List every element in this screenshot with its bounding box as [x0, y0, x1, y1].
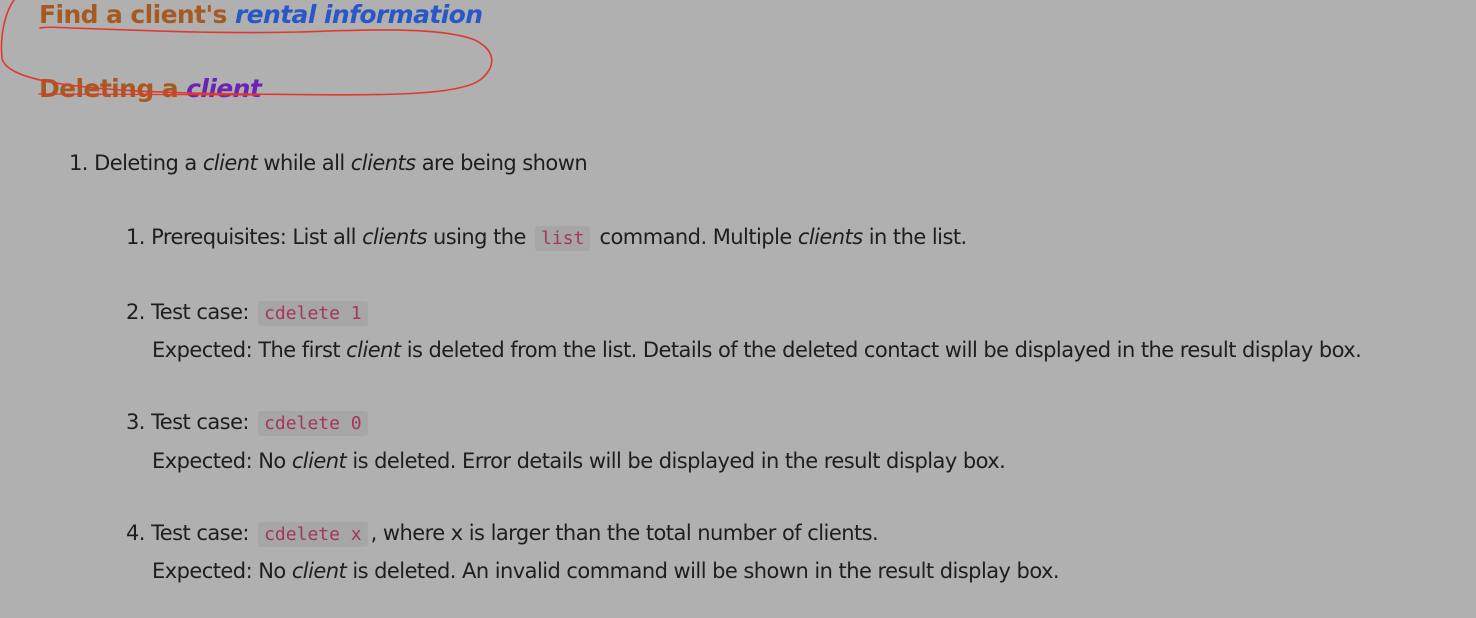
item-emph: client [291, 559, 347, 583]
inline-code-cdelete-0: cdelete 0 [258, 411, 368, 436]
item-text: Expected: The first [152, 338, 347, 362]
item-text: Test case: [151, 521, 256, 545]
expected-text-3: Expected: No client is deleted. Error de… [152, 447, 1006, 475]
item-text: Prerequisites: List all [151, 225, 363, 249]
expected-text-4: Expected: No client is deleted. An inval… [152, 557, 1060, 585]
item-emph: client [291, 449, 347, 473]
sub-item-test-case-2: 2. Test case: cdelete 1 [126, 298, 371, 328]
rental-information-link[interactable]: rental information [235, 0, 483, 29]
item-text: Deleting a [94, 151, 203, 175]
inline-code-list: list [535, 226, 591, 251]
expected-text-2: Expected: The first client is deleted fr… [152, 336, 1362, 364]
item-text: is deleted from the list. Details of the… [400, 338, 1362, 362]
heading-delete-prefix: Deleting a [39, 74, 187, 103]
item-emph: clients [350, 151, 416, 175]
item-text: is deleted. An invalid command will be s… [346, 559, 1059, 583]
heading-delete-emph: client [186, 74, 262, 103]
list-number: 3. [126, 410, 145, 434]
heading-deleting-client: Deleting a client [39, 74, 262, 103]
item-emph: clients [362, 225, 427, 249]
list-number: 1. [69, 151, 88, 175]
item-emph: clients [797, 225, 863, 249]
item-text: Expected: No [152, 449, 292, 473]
item-text: Test case: [151, 300, 256, 324]
list-number: 4. [126, 521, 145, 545]
item-text: Test case: [151, 410, 256, 434]
inline-code-cdelete-1: cdelete 1 [258, 301, 368, 326]
item-text: using the [426, 225, 533, 249]
sub-item-test-case-4: 4. Test case: cdelete x, where x is larg… [126, 519, 879, 549]
item-text: command. Multiple [593, 225, 798, 249]
item-text: Expected: No [152, 559, 292, 583]
heading-find-prefix: Find a client's [39, 0, 235, 29]
item-text: , where x is larger than the total numbe… [370, 521, 879, 545]
item-text: is deleted. Error details will be displa… [346, 449, 1006, 473]
item-emph: client [202, 151, 258, 175]
heading-find-client-rental: Find a client's rental information [39, 0, 483, 29]
list-number: 1. [126, 225, 145, 249]
sub-item-test-case-3: 3. Test case: cdelete 0 [126, 408, 371, 438]
inline-code-cdelete-x: cdelete x [258, 522, 368, 547]
list-number: 2. [126, 300, 145, 324]
item-text: in the list. [862, 225, 967, 249]
list-item-deleting-client: 1. Deleting a client while all clients a… [69, 149, 588, 177]
item-text: while all [257, 151, 351, 175]
item-emph: client [346, 338, 401, 362]
sub-item-prerequisites: 1. Prerequisites: List all clients using… [126, 223, 967, 253]
item-text: are being shown [415, 151, 588, 175]
